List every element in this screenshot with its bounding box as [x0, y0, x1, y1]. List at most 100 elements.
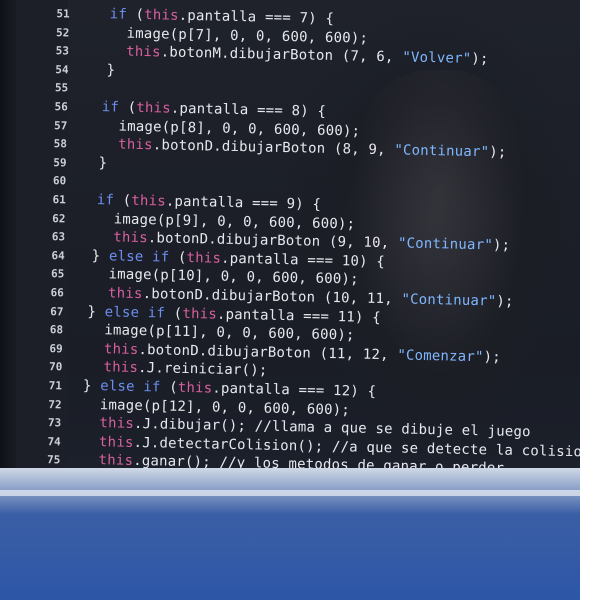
keyword-token: if	[101, 99, 128, 116]
line-number: 55	[54, 81, 69, 95]
code-editor[interactable]: 51 if (this.pantalla === 7) {52 image(p[7…	[0, 0, 580, 482]
keyword-token: else if	[100, 378, 170, 396]
code-token: (	[169, 379, 179, 396]
line-number: 71	[48, 379, 63, 393]
code-token: );	[471, 51, 489, 68]
code-token: .pantalla === 12) {	[212, 380, 377, 400]
code-token: );	[483, 349, 502, 366]
this-token: this	[182, 305, 218, 323]
line-number: 61	[52, 193, 66, 207]
line-number: 53	[55, 44, 70, 58]
monitor-screen: 51 if (this.pantalla === 7) {52 image(p[7…	[0, 0, 580, 600]
line-number: 74	[47, 434, 61, 449]
code-token: );	[496, 293, 514, 310]
line-number: 67	[50, 304, 64, 318]
code-token: (	[173, 305, 183, 322]
this-token: this	[108, 43, 161, 61]
code-token: .botonD.dibujarBoton (10, 11,	[142, 286, 402, 308]
string-token: "Volver"	[402, 49, 472, 68]
this-token: this	[95, 229, 148, 247]
string-token: "Continuar"	[394, 142, 490, 161]
line-number: 65	[50, 267, 65, 281]
code-line[interactable]: image(p[12], 0, 0, 600, 600);	[82, 396, 351, 419]
string-token: "Continuar"	[397, 235, 494, 254]
code-token: );	[489, 144, 507, 161]
code-line[interactable]: this.J.reiniciar();	[86, 359, 268, 380]
keyword-token: else if	[108, 248, 179, 266]
code-token: .pantalla === 8) {	[170, 100, 327, 120]
this-token: this	[136, 99, 171, 117]
this-token: this	[86, 340, 139, 358]
keyword-token: if	[96, 192, 123, 209]
string-token: "Continuar"	[401, 291, 497, 310]
line-number: 52	[55, 25, 70, 40]
code-token: image(p[7], 0, 0, 600, 600);	[109, 24, 369, 47]
code-line[interactable]: if (this.pantalla === 8) {	[102, 99, 327, 120]
code-line[interactable]: image(p[7], 0, 0, 600, 600);	[109, 25, 368, 46]
line-number: 62	[52, 211, 66, 226]
code-token: (	[177, 249, 187, 266]
line-number: 60	[52, 174, 67, 188]
code-token: image(p[8], 0, 0, 600, 600);	[101, 117, 361, 140]
line-number: 68	[49, 323, 64, 337]
code-token: image(p[10], 0, 0, 600, 600);	[91, 266, 359, 288]
code-token: (	[127, 99, 137, 116]
this-token: this	[81, 433, 134, 451]
code-token: .botonD.dibujarBoton (8, 9,	[152, 137, 395, 159]
code-token: }	[87, 303, 105, 320]
code-line[interactable]: if (this.pantalla === 7) {	[110, 6, 335, 27]
code-token: .pantalla === 11) {	[216, 306, 382, 326]
code-line[interactable]: this.botonM.dibujarBoton (7, 6, "Volver"…	[108, 43, 489, 68]
code-token: image(p[12], 0, 0, 600, 600);	[82, 396, 351, 419]
line-number: 75	[46, 453, 61, 467]
line-number: 69	[49, 341, 63, 356]
code-line[interactable]: this.botonD.dibujarBoton (8, 9, "Continu…	[100, 136, 507, 161]
line-number: 58	[53, 137, 68, 151]
line-number: 70	[48, 360, 63, 374]
code-token: image(p[11], 0, 0, 600, 600);	[86, 322, 355, 344]
this-token: this	[144, 7, 179, 24]
code-token: .botonD.dibujarBoton (9, 10,	[147, 230, 399, 252]
code-line[interactable]: }	[98, 155, 107, 171]
line-number: 64	[51, 248, 65, 263]
code-line[interactable]: image(p[8], 0, 0, 600, 600);	[101, 118, 360, 139]
code-token: .pantalla === 10) {	[220, 250, 386, 270]
code-line[interactable]: image(p[11], 0, 0, 600, 600);	[86, 322, 355, 344]
code-line[interactable]: if (this.pantalla === 9) {	[97, 192, 322, 213]
code-token: image(p[9], 0, 0, 600, 600);	[96, 210, 356, 233]
line-number: 54	[55, 62, 69, 77]
line-number: 73	[47, 416, 62, 430]
line-number: 56	[54, 100, 68, 114]
code-token: .botonD.dibujarBoton (11, 12,	[138, 341, 398, 364]
this-token: this	[186, 249, 222, 267]
photo-edge	[580, 0, 600, 600]
code-line[interactable]: image(p[10], 0, 0, 600, 600);	[91, 266, 359, 288]
this-token: this	[81, 415, 135, 433]
code-line[interactable]: image(p[9], 0, 0, 600, 600);	[96, 210, 356, 233]
string-token: "Comenzar"	[397, 347, 484, 366]
horizontal-scrollbar[interactable]	[0, 490, 580, 496]
code-token: .botonM.dibujarBoton (7, 6,	[160, 44, 403, 66]
this-token: this	[81, 452, 134, 470]
code-token: .pantalla === 7) {	[178, 7, 335, 27]
code-token: .J.reiniciar();	[137, 360, 268, 380]
this-token: this	[90, 284, 143, 303]
code-token: }	[106, 62, 116, 79]
photo-frame: 51 if (this.pantalla === 7) {52 image(p[7…	[0, 0, 600, 600]
code-token: }	[91, 247, 110, 265]
code-token: .pantalla === 9) {	[165, 193, 322, 213]
editor-bottom-panel	[0, 468, 580, 600]
keyword-token: else if	[104, 303, 174, 322]
this-token: this	[100, 136, 153, 154]
code-token: }	[98, 154, 108, 172]
line-number: 72	[48, 397, 62, 411]
code-token: );	[492, 237, 511, 254]
line-number: 57	[54, 118, 68, 133]
line-number: 63	[51, 230, 66, 244]
keyword-token: if	[109, 6, 136, 23]
line-number: 59	[53, 155, 67, 170]
code-line[interactable]: }	[106, 62, 115, 78]
line-number: 66	[50, 286, 65, 300]
this-token: this	[86, 359, 139, 377]
line-number: 51	[56, 7, 70, 21]
